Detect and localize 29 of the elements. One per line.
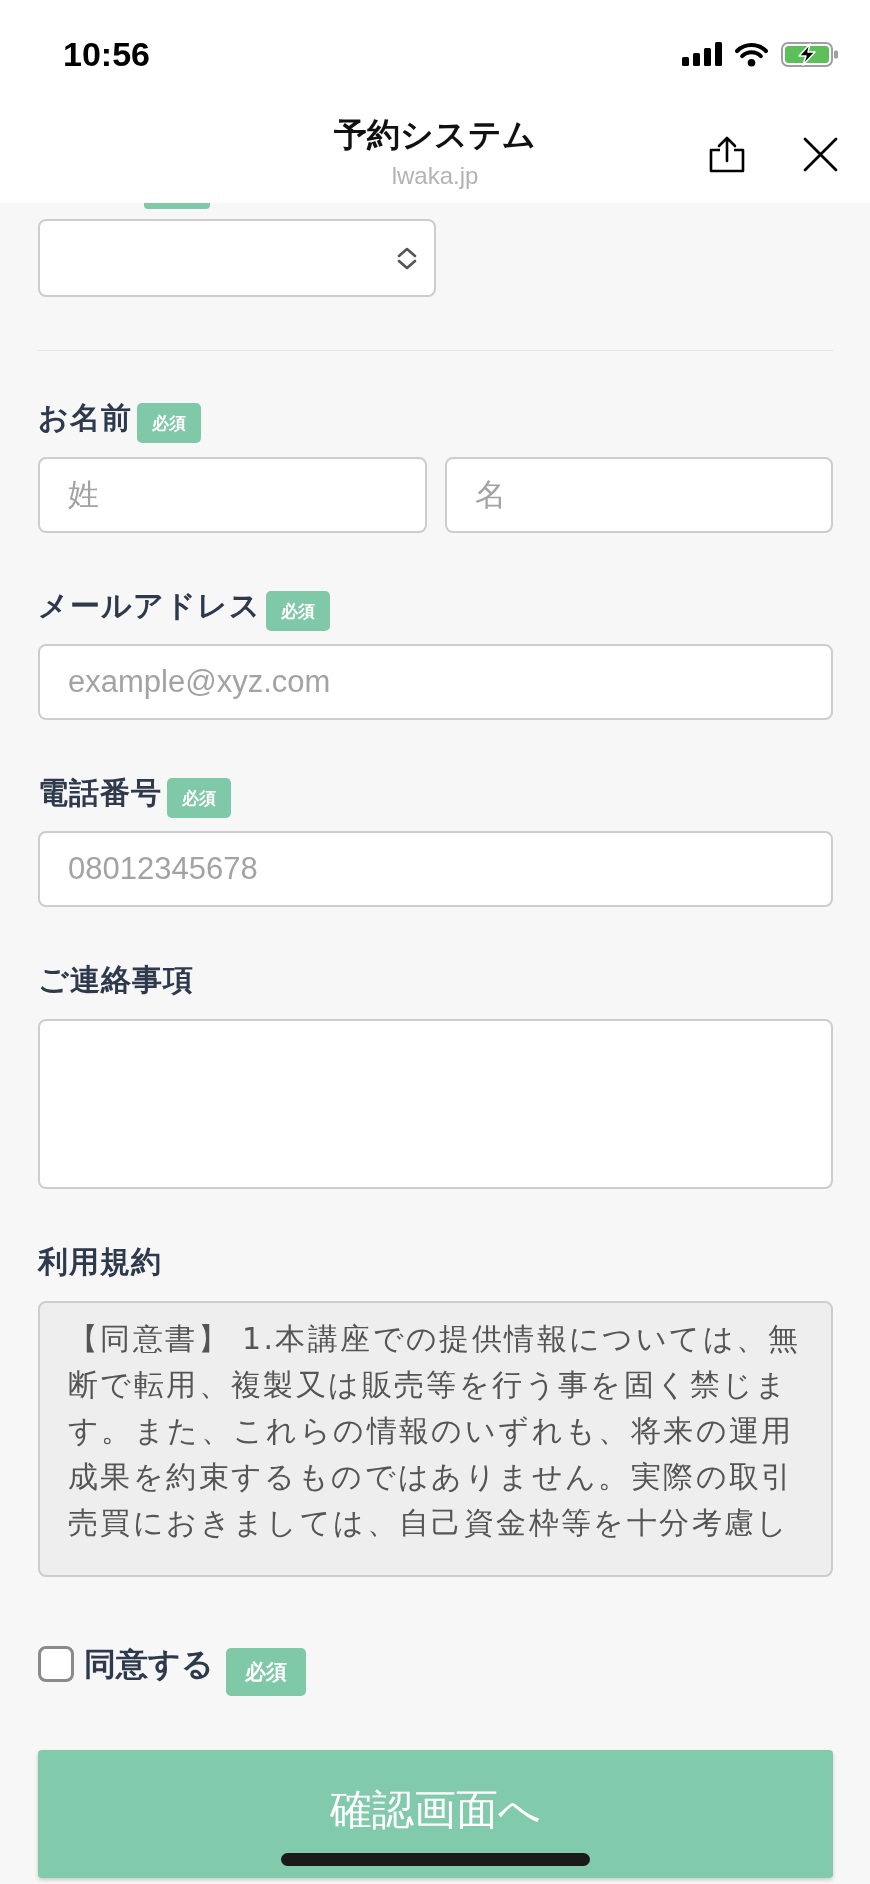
input-field[interactable]: example@xyz.com [38,644,833,720]
wifi-icon [734,41,769,67]
confirm-button[interactable]: 確認画面へ [38,1750,833,1878]
required-tag: 必須 [266,591,330,631]
terms-text: 【同意書】 1.本講座での提供情報については、無断で転用、複製又は販売等を行う事を固く禁じます。また、これらの情報のいずれも、将来の運用成果を約束するものではありません。実際の取引売買におきましては、自己資金枠等を十分考慮し [68,1320,802,1542]
input-field[interactable]: 姓 [38,457,427,533]
required-tag: 必須 [167,778,231,818]
input-field[interactable]: 名 [444,457,833,533]
field-label: 利用規約 [38,1245,162,1279]
select-field[interactable] [38,219,436,297]
field-label: 電話番号 [38,776,162,810]
required-tag: 必須 [226,1648,306,1696]
site-domain: lwaka.jp [391,162,479,190]
field-label: メールアドレス [38,589,261,623]
share-icon [708,135,746,173]
consent-label: 同意する [84,1646,214,1682]
close-button[interactable] [803,136,838,172]
charging-battery-icon [781,41,838,67]
signal-icon [682,42,722,66]
clock-time: 10:56 [63,37,150,71]
close-icon [803,136,838,172]
chevron-up-down-icon [396,245,418,271]
required-tag: 必須 [137,403,201,443]
field-label: お名前 [38,401,132,435]
checkbox[interactable] [38,1646,74,1682]
page-title: 予約システム [334,115,536,155]
input-field[interactable]: 08012345678 [38,831,833,907]
field-label: ご連絡事項 [38,963,194,997]
share-button[interactable] [708,135,746,173]
